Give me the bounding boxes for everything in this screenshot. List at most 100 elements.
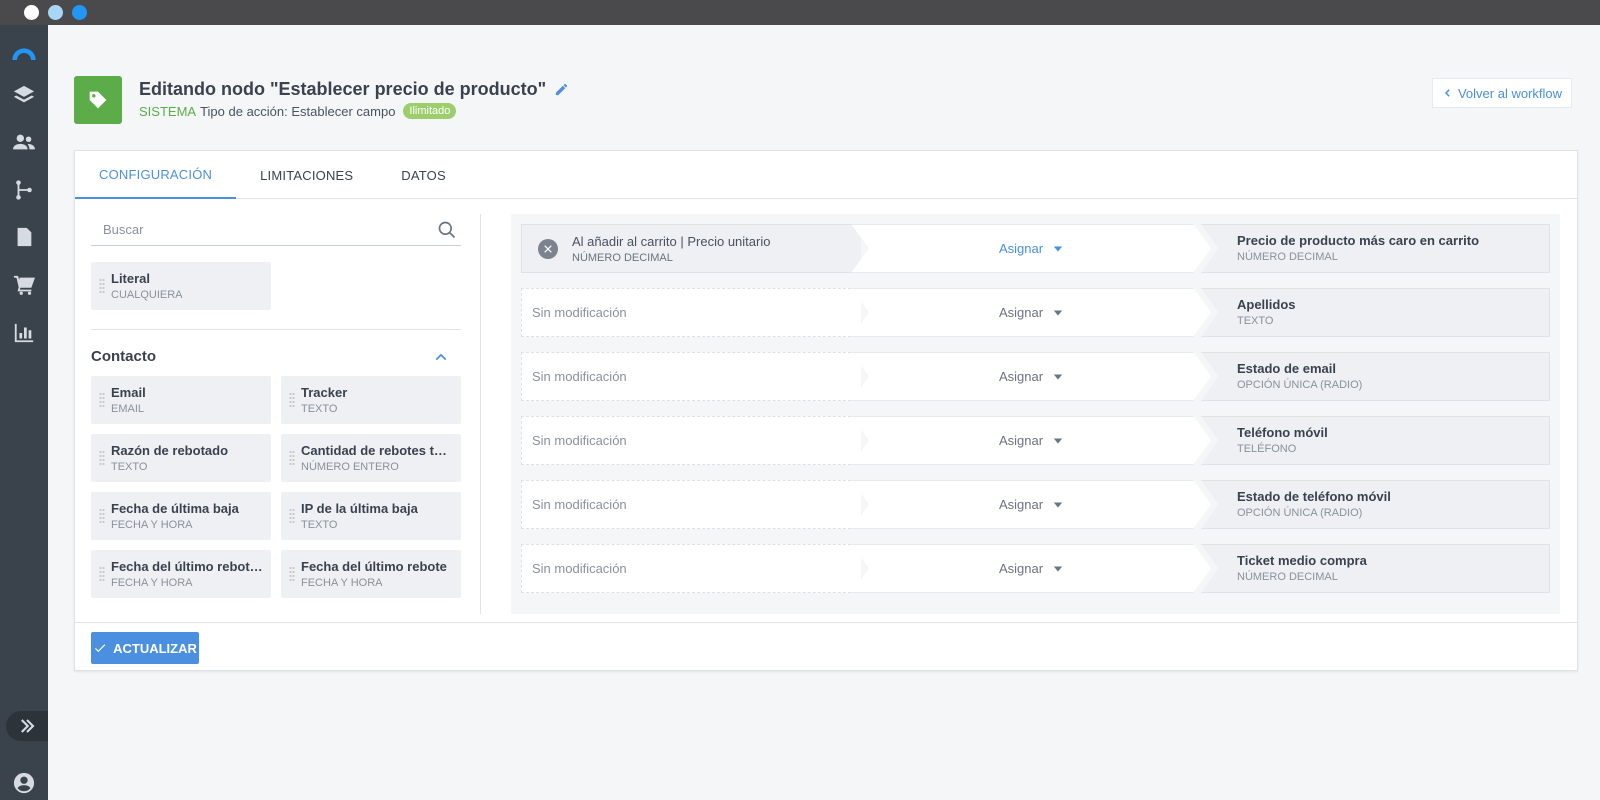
field-chip[interactable]: Fecha de última baja FECHA Y HORA [91, 492, 271, 540]
mapping-source[interactable]: Al añadir al carrito | Precio unitario N… [521, 224, 861, 273]
action-type-label: Tipo de acción: Establecer campo [200, 103, 396, 119]
mapping-target: Estado de email OPCIÓN ÚNICA (RADIO) [1201, 352, 1550, 401]
layers-icon[interactable] [0, 75, 48, 115]
search-input[interactable] [103, 222, 423, 237]
back-to-workflow-button[interactable]: Volver al workflow [1432, 78, 1572, 108]
drag-handle-icon[interactable] [99, 508, 105, 524]
operation-label: Asignar [998, 561, 1044, 576]
drag-handle-icon[interactable] [289, 566, 295, 582]
document-icon[interactable] [0, 217, 48, 257]
update-label: ACTUALIZAR [113, 640, 197, 656]
mapping-row: Sin modificación Asignar Apellidos TEXTO [521, 288, 1550, 337]
cart-icon[interactable] [0, 265, 48, 305]
operation-label: Asignar [998, 305, 1044, 320]
update-button[interactable]: ACTUALIZAR [91, 632, 199, 664]
back-to-workflow-label: Volver al workflow [1457, 85, 1563, 101]
drag-handle-icon[interactable] [99, 392, 105, 408]
section-divider [91, 329, 461, 330]
target-type: OPCIÓN ÚNICA (RADIO) [1237, 379, 1363, 391]
caret-down-icon [1053, 566, 1063, 571]
drag-handle-icon[interactable] [289, 392, 295, 408]
field-chip[interactable]: Cantidad de rebotes te… NÚMERO ENTERO [281, 434, 461, 482]
drag-handle-icon[interactable] [99, 278, 105, 294]
user-account-icon[interactable] [0, 763, 48, 800]
double-chevron-right-icon [21, 719, 35, 733]
contacts-icon[interactable] [0, 122, 48, 162]
field-type: FECHA Y HORA [111, 577, 193, 589]
target-name: Apellidos [1237, 297, 1296, 312]
field-search [91, 214, 461, 246]
analytics-icon[interactable] [0, 313, 48, 353]
editor-card: CONFIGURACIÓN LIMITACIONES DATOS Literal… [74, 150, 1578, 671]
target-name: Ticket medio compra [1237, 553, 1367, 568]
field-name: Literal [111, 271, 151, 286]
window-maximize-button[interactable] [72, 5, 87, 20]
source-placeholder: Sin modificación [532, 369, 627, 384]
mapping-target: Estado de teléfono móvil OPCIÓN ÚNICA (R… [1201, 480, 1550, 529]
operation-dropdown[interactable]: Asignar [851, 480, 1211, 529]
tab-limitaciones[interactable]: LIMITACIONES [236, 151, 377, 199]
mapping-row: Sin modificación Asignar Ticket medio co… [521, 544, 1550, 593]
field-chip[interactable]: Fecha del último rebot… FECHA Y HORA [91, 550, 271, 598]
window-minimize-button[interactable] [48, 5, 63, 20]
operation-label: Asignar [998, 433, 1044, 448]
mapping-source-dropzone[interactable]: Sin modificación [521, 352, 861, 401]
window-close-button[interactable] [24, 5, 39, 20]
mapping-source-dropzone[interactable]: Sin modificación [521, 544, 861, 593]
mapping-source-dropzone[interactable]: Sin modificación [521, 480, 861, 529]
caret-down-icon [1053, 502, 1063, 507]
operation-label: Asignar [998, 497, 1044, 512]
target-name: Estado de teléfono móvil [1237, 489, 1391, 504]
sidebar [0, 25, 48, 800]
field-chip[interactable]: Razón de rebotado TEXTO [91, 434, 271, 482]
field-chip[interactable]: IP de la última baja TEXTO [281, 492, 461, 540]
check-icon [95, 644, 106, 653]
source-placeholder: Sin modificación [532, 433, 627, 448]
field-name: IP de la última baja [301, 501, 418, 516]
operation-dropdown[interactable]: Asignar [851, 544, 1211, 593]
operation-dropdown[interactable]: Asignar [851, 352, 1211, 401]
mapping-source-dropzone[interactable]: Sin modificación [521, 416, 861, 465]
field-type: EMAIL [111, 403, 145, 415]
mapping-row: Sin modificación Asignar Teléfono móvil … [521, 416, 1550, 465]
operation-label: Asignar [998, 369, 1044, 384]
workflow-icon[interactable] [0, 170, 48, 210]
field-name: Cantidad de rebotes te… [301, 443, 453, 458]
mapping-target: Teléfono móvil TELÉFONO [1201, 416, 1550, 465]
tab-datos[interactable]: DATOS [377, 151, 470, 199]
mapping-source-dropzone[interactable]: Sin modificación [521, 288, 861, 337]
source-placeholder: Sin modificación [532, 497, 627, 512]
mapping-area: Al añadir al carrito | Precio unitario N… [511, 214, 1560, 614]
remove-source-button[interactable] [538, 238, 558, 259]
target-type: NÚMERO DECIMAL [1237, 571, 1338, 583]
app-logo-icon[interactable] [0, 33, 48, 73]
drag-handle-icon[interactable] [289, 508, 295, 524]
field-chip[interactable]: Tracker TEXTO [281, 376, 461, 424]
edit-pencil-icon[interactable] [554, 82, 569, 97]
drag-handle-icon[interactable] [99, 450, 105, 466]
chevron-left-icon [1444, 89, 1450, 97]
drag-handle-icon[interactable] [99, 566, 105, 582]
drag-handle-icon[interactable] [289, 450, 295, 466]
mapping-row: Sin modificación Asignar Estado de email… [521, 352, 1550, 401]
target-type: TELÉFONO [1237, 443, 1297, 455]
field-type: CUALQUIERA [111, 289, 183, 301]
field-type: FECHA Y HORA [301, 577, 383, 589]
operation-dropdown[interactable]: Asignar [851, 288, 1211, 337]
source-placeholder: Sin modificación [532, 561, 627, 576]
field-chip[interactable]: Fecha del último rebote FECHA Y HORA [281, 550, 461, 598]
tab-configuracion[interactable]: CONFIGURACIÓN [75, 151, 237, 199]
page-title-text: Editando nodo "Establecer precio de prod… [139, 79, 547, 99]
target-name: Precio de producto más caro en carrito [1237, 233, 1480, 248]
operation-dropdown[interactable]: Asignar [851, 224, 1211, 273]
mapping-row: Sin modificación Asignar Estado de teléf… [521, 480, 1550, 529]
search-icon[interactable] [437, 220, 457, 240]
chevron-up-icon[interactable] [433, 349, 449, 365]
expand-sidebar-button[interactable] [6, 711, 48, 741]
operation-dropdown[interactable]: Asignar [851, 416, 1211, 465]
field-chip[interactable]: Email EMAIL [91, 376, 271, 424]
caret-down-icon [1053, 438, 1063, 443]
source-placeholder: Sin modificación [532, 305, 627, 320]
target-type: NÚMERO DECIMAL [1237, 251, 1338, 263]
field-chip-literal[interactable]: Literal CUALQUIERA [91, 262, 271, 310]
